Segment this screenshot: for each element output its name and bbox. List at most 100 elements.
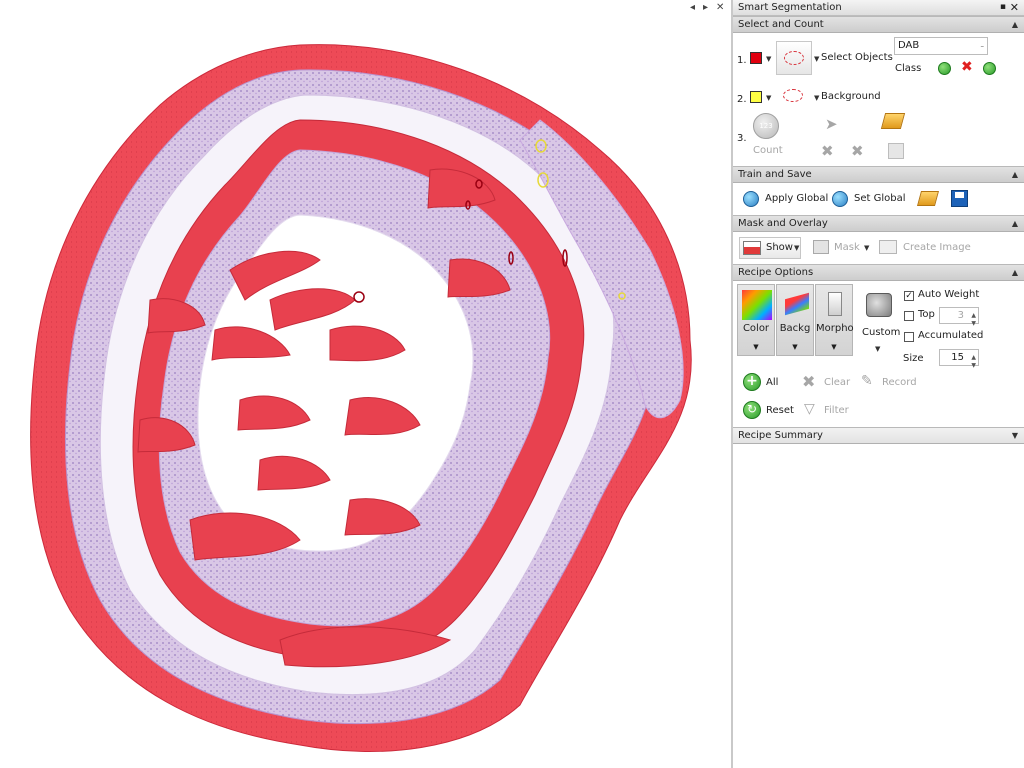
count-icon[interactable]: 123 <box>753 113 779 139</box>
filter-button[interactable]: Filter <box>824 405 849 416</box>
size-stepper[interactable]: 15 ▲ ▼ <box>939 349 979 369</box>
panel-title-bar: Smart Segmentation ▪ ✕ <box>733 0 1024 16</box>
class-combo[interactable]: DAB – <box>894 37 988 55</box>
section-title: Select and Count <box>738 19 824 30</box>
chevron-down-icon[interactable]: ▼ <box>971 316 976 331</box>
custom-gear-icon[interactable] <box>866 293 892 317</box>
count-label: Count <box>753 145 783 156</box>
section-header-mask-and-overlay[interactable]: Mask and Overlay ▲ <box>733 215 1024 232</box>
section-title: Mask and Overlay <box>738 218 828 229</box>
create-image-button[interactable]: Create Image <box>903 242 971 253</box>
tile-label: Morpho <box>816 323 854 334</box>
size-value: 15 <box>951 352 964 363</box>
apply-global-button[interactable]: Apply Global <box>765 193 828 204</box>
dropdown-arrow-icon: ▼ <box>794 244 800 252</box>
morphology-icon <box>828 292 842 316</box>
top-checkbox[interactable] <box>904 311 914 321</box>
dropdown-arrow-icon: ▼ <box>753 343 759 351</box>
recipe-background-tile[interactable]: Backg ▼ <box>776 284 814 356</box>
delete-class-icon[interactable]: ✖ <box>961 59 973 75</box>
train-and-save-body: Apply Global Set Global <box>733 183 1024 215</box>
mask-and-overlay-body: Show ▼ Mask ▼ Create Image <box>733 232 1024 264</box>
dropdown-arrow-icon[interactable]: ▼ <box>766 94 771 102</box>
section-header-recipe-summary[interactable]: Recipe Summary ▼ <box>733 427 1024 444</box>
auto-weight-label: Auto Weight <box>918 289 980 300</box>
collapse-icon[interactable]: ▲ <box>1012 17 1018 32</box>
pointer-icon[interactable]: ➤ <box>825 115 838 133</box>
globe-icon <box>832 191 848 207</box>
chevron-down-icon: – <box>980 42 985 50</box>
set-global-button[interactable]: Set Global <box>854 193 906 204</box>
collapse-icon[interactable]: ▲ <box>1012 167 1018 182</box>
delete-all-selection-icon[interactable]: ✖ <box>851 142 864 160</box>
save-icon[interactable] <box>951 190 968 207</box>
section-header-recipe-options[interactable]: Recipe Options ▲ <box>733 264 1024 281</box>
smart-segmentation-panel: Smart Segmentation ▪ ✕ Select and Count … <box>731 0 1024 768</box>
dropdown-arrow-icon[interactable]: ▼ <box>814 55 819 63</box>
collapse-icon[interactable]: ▲ <box>1012 265 1018 280</box>
select-objects-ellipse-button[interactable] <box>776 41 812 75</box>
collapse-icon[interactable]: ▲ <box>1012 216 1018 231</box>
background-layers-icon <box>785 292 809 316</box>
panel-close-icon[interactable]: ✕ <box>1010 0 1019 15</box>
tile-label: Backg <box>779 323 811 334</box>
dropdown-arrow-icon[interactable]: ▼ <box>875 345 880 353</box>
open-folder-icon[interactable] <box>880 113 906 129</box>
clear-icon: ✖ <box>802 372 816 391</box>
record-button[interactable]: Record <box>882 377 917 388</box>
background-ellipse-button[interactable] <box>781 86 805 104</box>
open-folder-icon[interactable] <box>916 191 940 206</box>
accumulated-checkbox[interactable] <box>904 332 914 342</box>
mask-button[interactable]: Mask <box>834 242 860 253</box>
tile-label: Color <box>742 323 770 334</box>
section-header-select-and-count[interactable]: Select and Count ▲ <box>733 16 1024 33</box>
background-label: Background <box>821 91 881 102</box>
viewer-next-icon[interactable]: ▸ <box>703 2 708 13</box>
step-number: 2. <box>737 94 747 105</box>
delete-selection-icon[interactable]: ✖ <box>821 142 834 160</box>
object-color-swatch[interactable] <box>750 52 762 64</box>
clear-button[interactable]: Clear <box>824 377 850 388</box>
top-stepper[interactable]: 3 ▲ ▼ <box>939 307 979 327</box>
mask-icon <box>813 240 829 254</box>
top-value: 3 <box>957 310 964 321</box>
class-label: Class <box>895 63 922 74</box>
recipe-options-body: Color ▼ Backg ▼ Morpho ▼ Custom ▼ ✓ Auto… <box>733 281 1024 427</box>
ellipse-tool-icon <box>783 89 803 102</box>
image-viewer[interactable]: ◂ ▸ ✕ <box>0 0 731 768</box>
expand-icon[interactable]: ▼ <box>1012 428 1018 443</box>
show-label: Show <box>766 242 793 253</box>
viewer-prev-icon[interactable]: ◂ <box>690 2 695 13</box>
select-and-count-body: 1. ▼ ▼ Select Objects DAB – Class ✖ 2. ▼… <box>733 33 1024 166</box>
record-icon: ✎ <box>861 373 873 389</box>
dropdown-arrow-icon: ▼ <box>792 343 798 351</box>
step-number: 3. <box>737 133 747 144</box>
create-image-icon <box>879 240 897 254</box>
reset-button[interactable]: Reset <box>766 405 794 416</box>
auto-weight-checkbox[interactable]: ✓ <box>904 291 914 301</box>
chevron-down-icon[interactable]: ▼ <box>971 358 976 373</box>
background-color-swatch[interactable] <box>750 91 762 103</box>
section-title: Recipe Summary <box>738 430 823 441</box>
add-class-icon[interactable] <box>938 62 951 75</box>
save-disabled-icon[interactable] <box>888 143 904 159</box>
filter-icon: ▽ <box>804 401 815 417</box>
panel-title: Smart Segmentation <box>738 2 842 13</box>
select-objects-label: Select Objects <box>821 52 893 63</box>
show-button[interactable]: Show ▼ <box>739 237 801 259</box>
dropdown-arrow-icon: ▼ <box>831 343 837 351</box>
step-number: 1. <box>737 55 747 66</box>
pin-icon[interactable]: ▪ <box>1000 0 1006 15</box>
custom-label[interactable]: Custom <box>862 327 900 338</box>
section-header-train-and-save[interactable]: Train and Save ▲ <box>733 166 1024 183</box>
recipe-color-tile[interactable]: Color ▼ <box>737 284 775 356</box>
dropdown-arrow-icon[interactable]: ▼ <box>766 55 771 63</box>
add-all-icon: + <box>743 373 761 391</box>
tissue-slide-image[interactable] <box>0 0 731 768</box>
viewer-close-icon[interactable]: ✕ <box>716 2 724 13</box>
recipe-morphology-tile[interactable]: Morpho ▼ <box>815 284 854 356</box>
all-button[interactable]: All <box>766 377 778 388</box>
dropdown-arrow-icon[interactable]: ▼ <box>814 94 819 102</box>
top-label: Top <box>918 309 935 320</box>
next-class-icon[interactable] <box>983 62 996 75</box>
